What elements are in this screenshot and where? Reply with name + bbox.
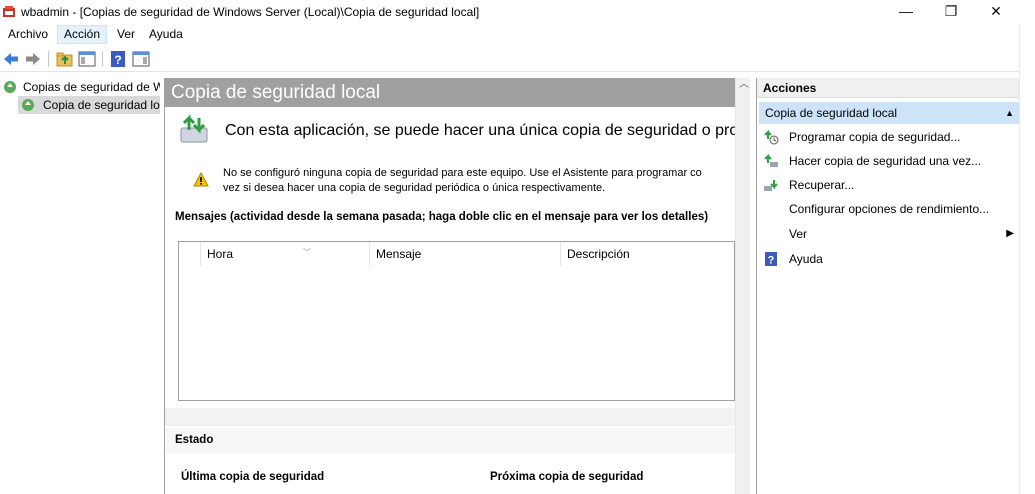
action-configure-performance[interactable]: Configurar opciones de rendimiento... <box>759 198 1018 220</box>
status-band: Estado <box>165 428 735 454</box>
back-arrow-icon[interactable] <box>2 50 20 68</box>
wbadmin-app-icon <box>3 6 15 17</box>
warning-icon <box>193 172 209 187</box>
backup-root-icon <box>4 81 16 93</box>
toolbar: ? <box>0 46 1035 72</box>
action-label: Ayuda <box>789 252 823 266</box>
menu-archivo[interactable]: Archivo <box>2 25 54 44</box>
column-icon[interactable] <box>179 242 201 266</box>
menu-ver[interactable]: Ver <box>111 25 141 44</box>
menu-accion[interactable]: Acción <box>57 25 108 44</box>
column-mensaje-label: Mensaje <box>376 247 422 261</box>
scroll-up-icon[interactable]: ︿ <box>739 80 749 90</box>
local-backup-icon <box>22 99 34 111</box>
action-backup-once[interactable]: Hacer copia de seguridad una vez... <box>759 150 1018 172</box>
actions-pane: Acciones Copia de seguridad local ▲ Prog… <box>756 78 1020 494</box>
warning-text: No se configuró ninguna copia de segurid… <box>223 166 702 196</box>
actions-group-label: Copia de seguridad local <box>765 106 898 120</box>
sort-descending-icon: ﹀ <box>303 248 311 257</box>
maximize-button[interactable]: ❐ <box>928 0 974 24</box>
action-label: Ver <box>789 227 808 241</box>
action-recover[interactable]: Recuperar... <box>759 174 1018 196</box>
show-hide-tree-icon[interactable] <box>78 50 96 68</box>
tree-root-label: Copias de seguridad de W <box>23 80 160 94</box>
page-title: Copia de seguridad local <box>165 78 735 107</box>
collapse-arrow-icon[interactable]: ▲ <box>1005 102 1014 124</box>
action-label: Hacer copia de seguridad una vez... <box>789 154 982 168</box>
column-descripcion-label: Descripción <box>567 247 630 261</box>
warning-line-2: vez si desea hacer una copia de segurida… <box>223 182 606 194</box>
tree-item-local-backup[interactable]: Copia de seguridad loc <box>18 96 160 114</box>
toolbar-separator <box>102 51 103 67</box>
help-icon: ? <box>765 252 777 267</box>
action-label: Programar copia de seguridad... <box>789 130 961 144</box>
up-folder-icon[interactable] <box>56 50 74 68</box>
minimize-icon: — <box>899 3 913 19</box>
main-content-pane: Copia de seguridad local Con esta aplica… <box>164 78 750 494</box>
svg-text:?: ? <box>114 53 121 67</box>
recover-icon <box>764 180 778 191</box>
action-help[interactable]: ? Ayuda <box>759 248 1018 270</box>
title-bar[interactable]: wbadmin - [Copias de seguridad de Window… <box>0 0 1035 24</box>
show-hide-action-pane-icon[interactable] <box>132 50 150 68</box>
action-schedule-backup[interactable]: Programar copia de seguridad... <box>759 126 1018 148</box>
help-icon[interactable]: ? <box>109 50 127 68</box>
actions-group-header[interactable]: Copia de seguridad local ▲ <box>759 102 1020 124</box>
close-button[interactable]: ✕ <box>973 0 1019 24</box>
minimize-button[interactable]: — <box>883 0 929 24</box>
intro-text: Con esta aplicación, se puede hacer una … <box>225 122 735 139</box>
toolbar-separator <box>48 51 49 67</box>
status-title: Estado <box>175 434 214 446</box>
schedule-backup-icon <box>764 129 779 145</box>
menu-bar: Archivo Acción Ver Ayuda <box>0 24 1035 45</box>
action-label: Configurar opciones de rendimiento... <box>789 202 990 216</box>
messages-table[interactable]: Hora ﹀ Mensaje Descripción <box>178 241 735 401</box>
forward-arrow-icon[interactable] <box>24 50 42 68</box>
next-backup-label: Próxima copia de seguridad <box>490 471 644 483</box>
svg-text:?: ? <box>768 255 775 267</box>
maximize-icon: ❐ <box>944 3 958 19</box>
intro-section: Con esta aplicación, se puede hacer una … <box>165 108 735 158</box>
column-mensaje[interactable]: Mensaje <box>370 242 561 266</box>
column-hora[interactable]: Hora ﹀ <box>201 242 370 266</box>
vertical-scrollbar[interactable]: ︿ <box>735 78 750 494</box>
submenu-arrow-icon: ▶ <box>1006 228 1014 239</box>
window-right-edge <box>1019 24 1035 494</box>
warning-box: No se configuró ninguna copia de segurid… <box>165 160 735 200</box>
tree-item-root[interactable]: Copias de seguridad de W <box>0 78 160 96</box>
console-tree: Copias de seguridad de W Copia de seguri… <box>0 76 160 494</box>
action-view-submenu[interactable]: Ver ▶ <box>759 223 1018 245</box>
messages-title: Mensajes (actividad desde la semana pasa… <box>175 211 709 223</box>
backup-app-icon <box>180 114 208 143</box>
action-label: Recuperar... <box>789 178 855 192</box>
tree-child-label: Copia de seguridad loc <box>43 98 160 112</box>
actions-title: Acciones <box>757 78 1020 98</box>
section-divider <box>165 408 735 426</box>
last-backup-label: Última copia de seguridad <box>181 471 325 483</box>
warning-line-1: No se configuró ninguna copia de segurid… <box>223 167 702 179</box>
menu-ayuda[interactable]: Ayuda <box>143 25 189 44</box>
window-title: wbadmin - [Copias de seguridad de Window… <box>21 5 480 19</box>
backup-once-icon <box>764 153 778 167</box>
column-hora-label: Hora <box>207 247 234 261</box>
column-descripcion[interactable]: Descripción <box>561 242 734 266</box>
close-icon: ✕ <box>990 3 1002 19</box>
